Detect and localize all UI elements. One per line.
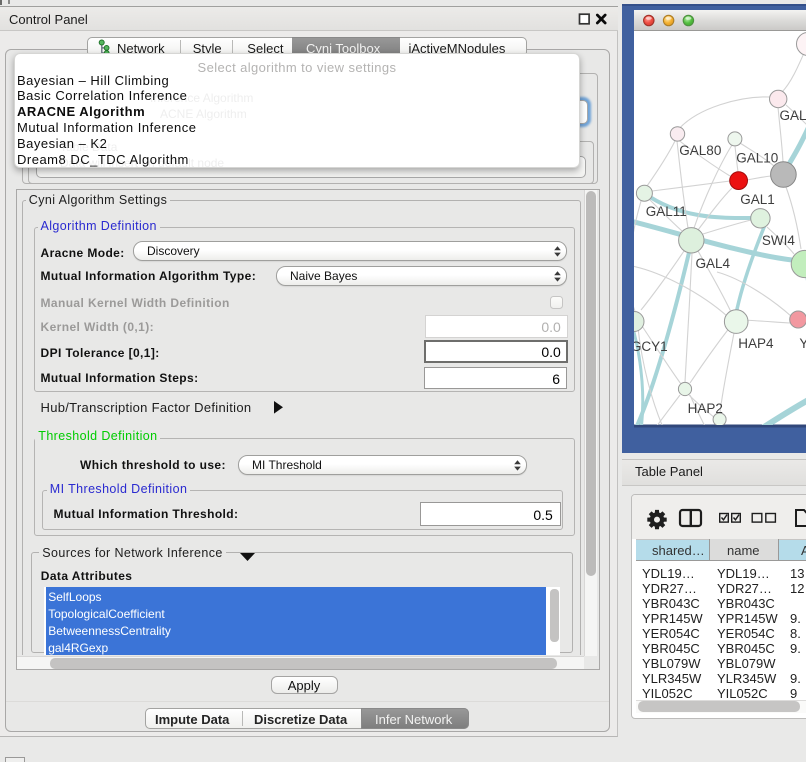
- svg-text:SWI4: SWI4: [762, 233, 795, 248]
- svg-text:HAP4: HAP4: [738, 336, 774, 351]
- svg-text:GAL80: GAL80: [679, 143, 721, 158]
- svg-text:GAL4: GAL4: [696, 256, 731, 271]
- svg-text:GAL10: GAL10: [736, 151, 778, 166]
- svg-text:GCY1: GCY1: [631, 339, 668, 354]
- svg-text:Y: Y: [799, 336, 806, 351]
- svg-text:GAL1: GAL1: [740, 192, 775, 207]
- svg-text:GAL11: GAL11: [646, 204, 687, 219]
- svg-text:GAL: GAL: [780, 108, 806, 123]
- svg-text:HAP2: HAP2: [688, 401, 723, 416]
